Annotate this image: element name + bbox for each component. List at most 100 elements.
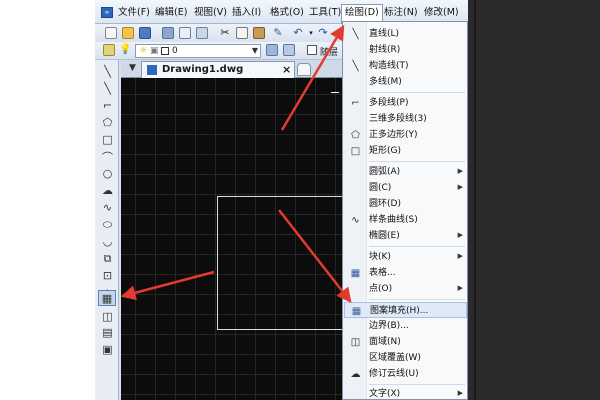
publish-icon[interactable]: [196, 27, 208, 39]
menu-item-label: 射线(R): [369, 45, 401, 55]
menu-item-arc[interactable]: 圆弧(A) ▶: [344, 164, 467, 180]
construction-line-icon[interactable]: ╲: [101, 82, 114, 95]
menu-item-boundary[interactable]: 边界(B)...: [344, 318, 467, 334]
redo-icon[interactable]: ↷: [317, 27, 329, 39]
cut-icon[interactable]: ✂: [219, 27, 231, 39]
menu-item-revcloud[interactable]: ☁ 修订云线(U): [344, 366, 467, 382]
print-icon[interactable]: [162, 27, 174, 39]
menu-item-rectangle[interactable]: □ 矩形(G): [344, 143, 467, 159]
menu-item-donut[interactable]: 圆环(D): [344, 196, 467, 212]
table-icon[interactable]: ▤: [101, 326, 114, 339]
rectangle-icon[interactable]: □: [101, 133, 114, 146]
menu-item-polyline[interactable]: ⌐ 多段线(P): [344, 95, 467, 111]
menu-item-label: 边界(B)...: [369, 321, 409, 331]
layer-value: 0: [172, 46, 178, 56]
lock-icon: ▣: [150, 46, 159, 56]
make-block-icon[interactable]: ⊡: [101, 269, 114, 282]
menu-separator: [369, 384, 465, 385]
insert-block-icon[interactable]: ⧉: [101, 252, 114, 265]
menu-item-region[interactable]: ◫ 面域(N): [344, 334, 467, 350]
text-icon: [349, 388, 362, 400]
image-icon[interactable]: ▣: [101, 343, 114, 356]
layer-manager-icon[interactable]: [103, 44, 115, 56]
copy-icon[interactable]: [236, 27, 248, 39]
save-icon[interactable]: [139, 27, 151, 39]
menu-item-multiline[interactable]: 多线(M): [344, 74, 467, 90]
menu-item-label: 面域(N): [369, 337, 401, 347]
menu-item-circle[interactable]: 圆(C) ▶: [344, 180, 467, 196]
menu-item-label: 文字(X): [369, 389, 401, 399]
open-folder-icon[interactable]: [122, 27, 134, 39]
line-icon[interactable]: ╲: [101, 65, 114, 78]
ellipse-arc-icon[interactable]: ◡: [101, 235, 114, 248]
menu-modify[interactable]: 修改(M): [421, 5, 462, 21]
circle-icon[interactable]: ○: [101, 167, 114, 180]
menu-item-ellipse[interactable]: 椭圆(E) ▶: [344, 228, 467, 244]
submenu-arrow-icon: ▶: [457, 183, 463, 191]
app-logo-icon[interactable]: ∞: [101, 7, 113, 18]
submenu-arrow-icon: ▶: [457, 389, 463, 397]
menu-item-spline[interactable]: ∿ 样条曲线(S): [344, 212, 467, 228]
polygon-icon[interactable]: ⬠: [101, 116, 114, 129]
block-icon: [349, 251, 362, 263]
menu-file[interactable]: 文件(F): [115, 5, 153, 21]
spline-icon: ∿: [351, 214, 360, 226]
new-file-icon[interactable]: [105, 27, 117, 39]
menu-item-text[interactable]: 文字(X) ▶: [344, 386, 467, 400]
menu-item-label: 三维多段线(3): [369, 114, 427, 124]
menu-insert[interactable]: 插入(I): [229, 5, 264, 21]
menu-item-ray[interactable]: 射线(R): [344, 42, 467, 58]
multiline-icon: [349, 76, 362, 88]
menu-item-label: 样条曲线(S): [369, 215, 418, 225]
print-preview-icon[interactable]: [179, 27, 191, 39]
hatch-icon[interactable]: ▦: [98, 290, 116, 306]
tab-drawing1[interactable]: Drawing1.dwg ×: [141, 61, 295, 78]
cursor-crosshair: [331, 92, 339, 93]
menu-item-polygon[interactable]: ⬠ 正多边形(Y): [344, 127, 467, 143]
menu-item-hatch[interactable]: ▦ 图案填充(H)...: [344, 302, 467, 318]
undo-dropdown-chevron-icon[interactable]: ▾: [305, 27, 317, 39]
new-tab-button[interactable]: [297, 63, 311, 76]
region-icon[interactable]: ◫: [101, 310, 114, 323]
ellipse-icon[interactable]: ⬭: [101, 218, 114, 231]
menu-format[interactable]: 格式(O): [267, 5, 307, 21]
bylayer-checkbox[interactable]: [307, 45, 317, 55]
polyline-icon[interactable]: ⌐: [101, 99, 114, 112]
menu-item-wipeout[interactable]: 区域覆盖(W): [344, 350, 467, 366]
menu-item-label: 块(K): [369, 252, 391, 262]
undo-icon[interactable]: ↶: [292, 27, 304, 39]
menu-item-3d-polyline[interactable]: 三维多段线(3): [344, 111, 467, 127]
paste-icon[interactable]: [253, 27, 265, 39]
tab-list-arrow-icon[interactable]: ▼: [129, 63, 136, 73]
menu-dimension[interactable]: 标注(N): [381, 5, 421, 21]
menu-item-label: 区域覆盖(W): [369, 353, 421, 363]
arc-icon[interactable]: ⌒: [101, 150, 114, 164]
outer-margin-right: [468, 0, 600, 400]
menu-item-point[interactable]: 点(O) ▶: [344, 281, 467, 297]
menu-item-label: 矩形(G): [369, 146, 401, 156]
chevron-down-icon: ▼: [251, 46, 258, 55]
menu-item-line[interactable]: ╲ 直线(L): [344, 26, 467, 42]
close-icon[interactable]: ×: [282, 63, 291, 76]
layer-select[interactable]: ☼ ▣ 0 ▼: [135, 44, 261, 58]
menu-view[interactable]: 视图(V): [191, 5, 230, 21]
match-properties-icon[interactable]: ✎: [272, 27, 284, 39]
make-current-layer-icon[interactable]: [266, 44, 278, 56]
menu-item-label: 多段线(P): [369, 98, 409, 108]
layer-previous-icon[interactable]: [283, 44, 295, 56]
menu-item-block[interactable]: 块(K) ▶: [344, 249, 467, 265]
rectangle-icon: □: [350, 145, 361, 157]
menu-item-table[interactable]: ▦ 表格...: [344, 265, 467, 281]
hatch-icon: ▦: [351, 305, 362, 317]
spline-icon[interactable]: ∿: [101, 201, 114, 214]
menu-item-construction-line[interactable]: ╲ 构造线(T): [344, 58, 467, 74]
menu-item-label: 多线(M): [369, 77, 402, 87]
revcloud-icon[interactable]: ☁: [101, 184, 114, 197]
menu-separator: [369, 92, 465, 93]
lightbulb-icon[interactable]: 💡: [119, 44, 131, 56]
menu-edit[interactable]: 编辑(E): [152, 5, 190, 21]
menu-item-label: 圆环(D): [369, 199, 401, 209]
menu-tools[interactable]: 工具(T): [306, 5, 344, 21]
outer-margin-left: [0, 0, 95, 400]
revcloud-icon: ☁: [350, 368, 361, 380]
